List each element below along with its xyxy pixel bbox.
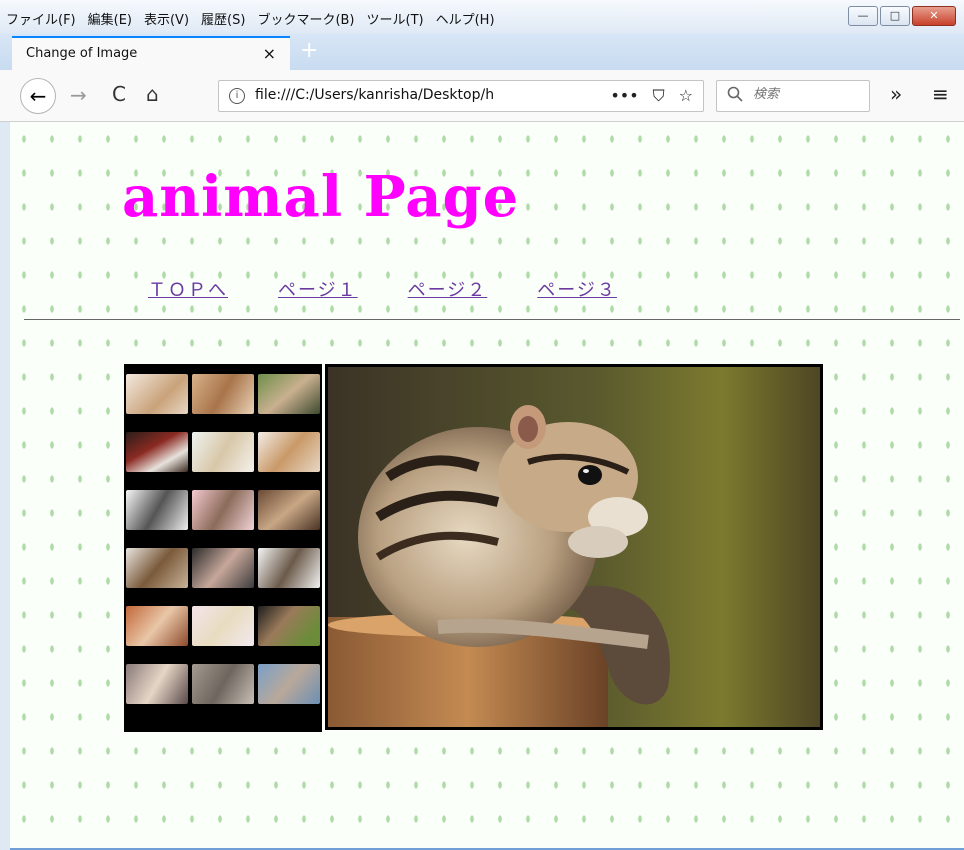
thumb-white-puppy-kitten[interactable] bbox=[192, 606, 254, 646]
chipmunk-image bbox=[328, 367, 820, 727]
search-icon bbox=[727, 86, 743, 106]
nav-link-page2[interactable]: ページ２ bbox=[408, 276, 488, 302]
forward-button[interactable]: → bbox=[70, 83, 87, 107]
thumb-kitten-in-basket[interactable] bbox=[192, 548, 254, 588]
search-input[interactable] bbox=[751, 86, 865, 103]
thumb-hamster-with-flower[interactable] bbox=[126, 664, 188, 704]
page-nav: ＴＯＰへ ページ１ ページ２ ページ３ bbox=[148, 276, 617, 302]
thumb-kittens-group-pink[interactable] bbox=[192, 490, 254, 530]
menu-bookmarks[interactable]: ブックマーク(B) bbox=[257, 9, 354, 28]
pocket-icon[interactable]: ⛉ bbox=[653, 86, 665, 106]
reload-button[interactable]: C bbox=[112, 82, 126, 106]
home-button[interactable]: ⌂ bbox=[146, 82, 159, 106]
menu-tools[interactable]: ツール(T) bbox=[367, 9, 424, 28]
thumb-christmas-pets[interactable] bbox=[126, 432, 188, 472]
url-bar[interactable]: i file:///C:/Users/kanrisha/Desktop/h ••… bbox=[218, 80, 704, 112]
tab-title: Change of Image bbox=[26, 46, 138, 61]
menu-history[interactable]: 履歴(S) bbox=[201, 9, 245, 28]
search-bar[interactable] bbox=[716, 80, 870, 112]
page-actions-icon[interactable]: ••• bbox=[610, 86, 638, 106]
minimize-button[interactable]: — bbox=[848, 6, 878, 26]
menu-items: ファイル(F) 編集(E) 表示(V) 履歴(S) ブックマーク(B) ツール(… bbox=[6, 9, 495, 28]
thumb-fennec-fox[interactable] bbox=[126, 606, 188, 646]
hamburger-menu-button[interactable]: ≡ bbox=[932, 82, 949, 106]
menu-help[interactable]: ヘルプ(H) bbox=[436, 9, 495, 28]
thumb-puppy-kitten-blanket[interactable] bbox=[192, 432, 254, 472]
thumbnail-grid bbox=[124, 364, 322, 732]
thumb-hamster-close-up[interactable] bbox=[258, 664, 320, 704]
close-window-button[interactable]: ✕ bbox=[912, 6, 956, 26]
menu-bar: ファイル(F) 編集(E) 表示(V) 履歴(S) ブックマーク(B) ツール(… bbox=[0, 0, 964, 34]
nav-link-page3[interactable]: ページ３ bbox=[537, 276, 617, 302]
tab-close-icon[interactable]: × bbox=[263, 44, 276, 63]
maximize-button[interactable]: □ bbox=[880, 6, 910, 26]
thumb-rabbit[interactable] bbox=[258, 432, 320, 472]
menu-view[interactable]: 表示(V) bbox=[144, 9, 189, 28]
thumb-cats-on-branch[interactable] bbox=[258, 374, 320, 414]
thumb-chinchilla[interactable] bbox=[192, 664, 254, 704]
nav-link-page1[interactable]: ページ１ bbox=[278, 276, 358, 302]
main-image bbox=[325, 364, 823, 730]
tab-active[interactable]: Change of Image × bbox=[12, 36, 290, 70]
bookmark-star-icon[interactable]: ☆ bbox=[679, 86, 693, 106]
thumb-puppy-kitten-lying[interactable] bbox=[192, 374, 254, 414]
thumb-kittens-tabby[interactable] bbox=[126, 548, 188, 588]
window-controls: — □ ✕ bbox=[848, 6, 956, 26]
back-button[interactable]: ← bbox=[20, 78, 56, 114]
new-tab-icon[interactable]: + bbox=[300, 38, 318, 63]
page-content: animal Page ＴＯＰへ ページ１ ページ２ ページ３ bbox=[10, 122, 964, 850]
menu-edit[interactable]: 編集(E) bbox=[88, 9, 132, 28]
url-text[interactable]: file:///C:/Users/kanrisha/Desktop/h bbox=[255, 87, 573, 103]
navigation-bar: ← → C ⌂ i file:///C:/Users/kanrisha/Desk… bbox=[0, 70, 964, 122]
overflow-menu-button[interactable]: » bbox=[890, 82, 902, 106]
page-title: animal Page bbox=[122, 164, 520, 230]
thumb-kittens-row[interactable] bbox=[258, 548, 320, 588]
nav-link-top[interactable]: ＴＯＰへ bbox=[148, 276, 228, 302]
thumb-kittens-black-white[interactable] bbox=[126, 490, 188, 530]
thumb-squirrel-on-grass[interactable] bbox=[258, 606, 320, 646]
thumb-puppy-and-kitten[interactable] bbox=[126, 374, 188, 414]
menu-file[interactable]: ファイル(F) bbox=[6, 9, 76, 28]
thumb-sugar-gliders[interactable] bbox=[258, 490, 320, 530]
divider bbox=[24, 319, 960, 320]
tab-strip: Change of Image × + bbox=[0, 34, 964, 70]
info-icon[interactable]: i bbox=[229, 88, 245, 104]
url-actions: ••• ⛉ ☆ bbox=[610, 86, 693, 106]
